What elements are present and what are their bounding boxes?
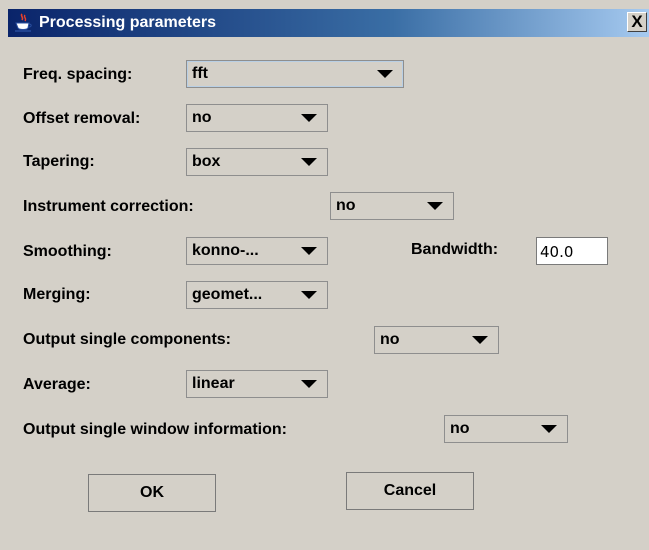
- chevron-down-icon: [301, 247, 317, 255]
- instrument-correction-value: no: [336, 197, 356, 214]
- offset-removal-value: no: [192, 109, 212, 126]
- bandwidth-label: Bandwidth:: [411, 241, 499, 258]
- cancel-button[interactable]: Cancel: [346, 472, 474, 510]
- chevron-down-icon: [301, 380, 317, 388]
- ok-button[interactable]: OK: [88, 474, 216, 512]
- bandwidth-input[interactable]: 40.0: [536, 237, 608, 265]
- chevron-down-icon: [427, 202, 443, 210]
- average-value: linear: [192, 375, 235, 392]
- merging-select[interactable]: geomet...: [186, 281, 328, 309]
- output-single-components-value: no: [380, 331, 400, 348]
- close-button[interactable]: X: [627, 12, 647, 32]
- title-bar[interactable]: Processing parameters X: [8, 9, 649, 37]
- output-single-components-label: Output single components:: [23, 331, 231, 348]
- close-icon: X: [631, 12, 643, 31]
- chevron-down-icon: [301, 291, 317, 299]
- freq-spacing-value: fft: [192, 65, 208, 82]
- freq-spacing-label: Freq. spacing:: [23, 66, 133, 83]
- average-select[interactable]: linear: [186, 370, 328, 398]
- instrument-correction-label: Instrument correction:: [23, 198, 194, 215]
- chevron-down-icon: [377, 70, 393, 78]
- merging-label: Merging:: [23, 286, 91, 303]
- output-single-components-select[interactable]: no: [374, 326, 499, 354]
- instrument-correction-select[interactable]: no: [330, 192, 454, 220]
- chevron-down-icon: [301, 114, 317, 122]
- tapering-select[interactable]: box: [186, 148, 328, 176]
- chevron-down-icon: [472, 336, 488, 344]
- merging-value: geomet...: [192, 286, 263, 303]
- offset-removal-label: Offset removal:: [23, 110, 141, 127]
- chevron-down-icon: [541, 425, 557, 433]
- output-single-window-information-select[interactable]: no: [444, 415, 568, 443]
- tapering-label: Tapering:: [23, 153, 95, 170]
- output-single-window-information-label: Output single window information:: [23, 421, 287, 438]
- chevron-down-icon: [301, 158, 317, 166]
- smoothing-value: konno-...: [192, 242, 259, 259]
- tapering-value: box: [192, 153, 221, 170]
- offset-removal-select[interactable]: no: [186, 104, 328, 132]
- processing-parameters-dialog: Processing parameters X Freq. spacing: f…: [0, 0, 649, 550]
- average-label: Average:: [23, 376, 91, 393]
- smoothing-label: Smoothing:: [23, 243, 112, 260]
- smoothing-select[interactable]: konno-...: [186, 237, 328, 265]
- java-coffee-cup-icon: [15, 13, 32, 32]
- freq-spacing-select[interactable]: fft: [186, 60, 404, 88]
- output-single-window-information-value: no: [450, 420, 470, 437]
- window-title: Processing parameters: [39, 14, 216, 31]
